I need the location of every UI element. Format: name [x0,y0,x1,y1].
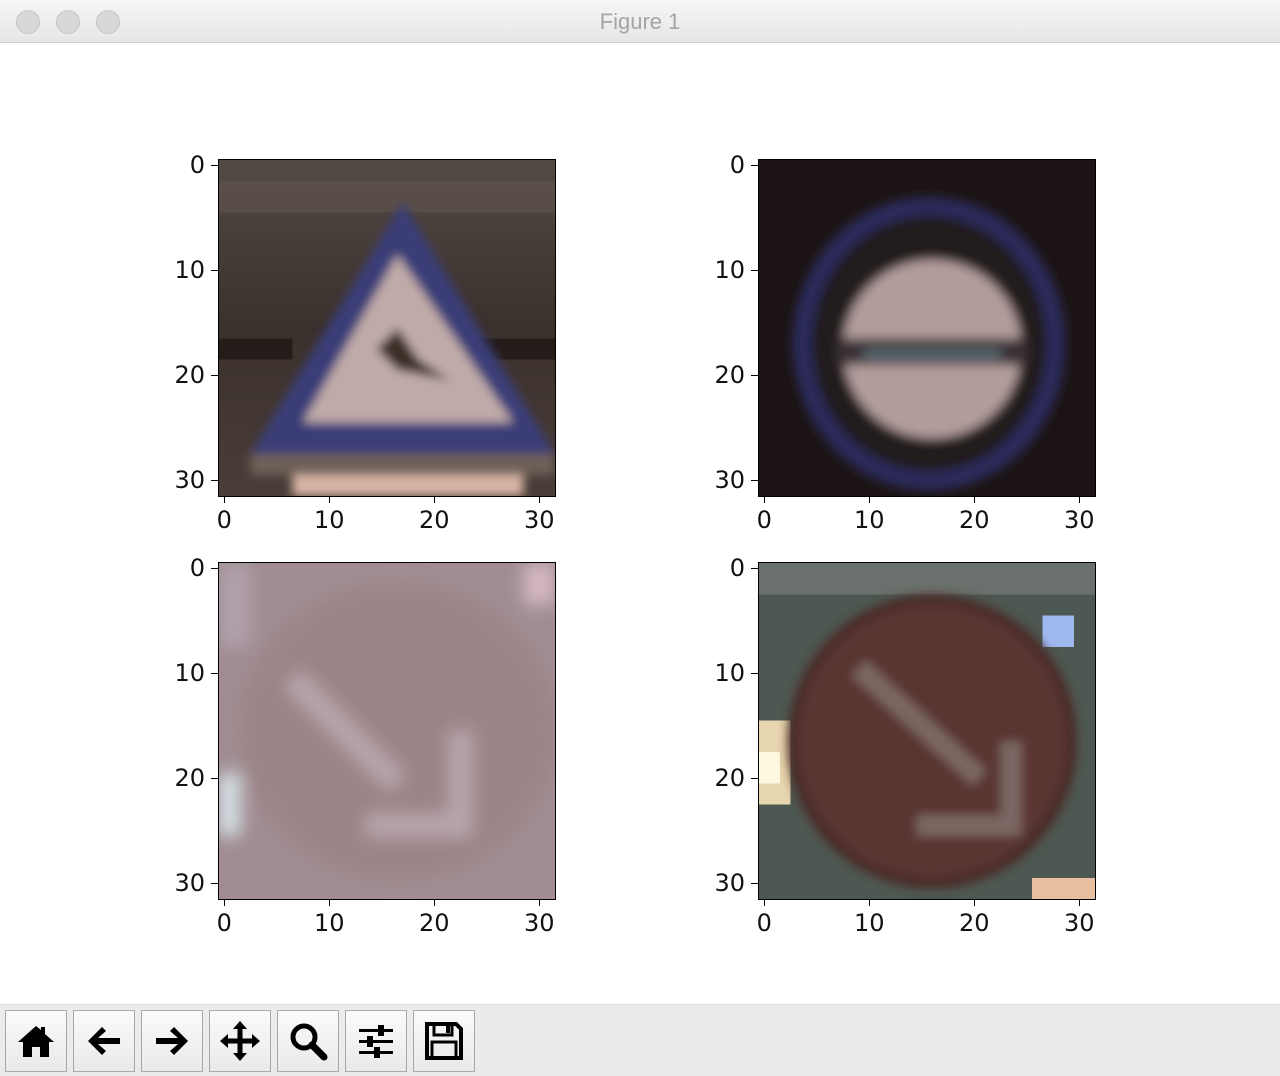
window-title: Figure 1 [599,9,681,34]
forward-button[interactable] [141,1010,203,1072]
y-tick-label: 30 [174,869,205,898]
arrow-right-icon [156,1027,188,1055]
save-button[interactable] [413,1010,475,1072]
y-tick-mark [751,672,758,674]
y-tick-mark [751,374,758,376]
x-tick-mark [538,496,540,503]
y-tick-label: 10 [714,256,745,285]
y-tick-label: 10 [174,659,205,688]
y-tick-label: 30 [174,466,205,495]
home-icon [18,1026,54,1057]
x-tick-mark [1078,496,1080,503]
y-tick-mark [211,777,218,779]
x-tick-mark [868,496,870,503]
x-tick-label: 0 [756,506,772,534]
x-tick-mark [328,899,330,906]
arrow-left-icon [88,1027,120,1055]
x-tick-label: 0 [216,909,232,937]
y-tick-mark [211,374,218,376]
x-tick-label: 10 [313,506,345,534]
home-button[interactable] [5,1010,67,1072]
figure-canvas[interactable]: 0 10 20 30 0 10 20 30 0 10 20 30 0 10 20 30 0 10 20 30 0 10 20… [0,43,1280,1004]
y-tick-label: 30 [714,869,745,898]
x-tick-label: 30 [523,909,555,937]
y-tick-label: 20 [174,764,205,793]
back-button[interactable] [73,1010,135,1072]
axes-frame [758,159,1096,497]
x-tick-label: 10 [313,909,345,937]
x-tick-mark [433,899,435,906]
x-tick-label: 0 [216,506,232,534]
x-tick-mark [763,496,765,503]
pan-button[interactable] [209,1010,271,1072]
x-tick-label: 30 [1063,909,1095,937]
y-tick-label: 0 [729,151,745,180]
y-tick-mark [211,164,218,166]
y-tick-mark [211,672,218,674]
y-tick-mark [751,479,758,481]
x-tick-label: 10 [853,909,885,937]
y-tick-label: 0 [189,554,205,583]
x-tick-mark [763,899,765,906]
y-tick-mark [751,882,758,884]
x-tick-label: 20 [418,506,450,534]
x-tick-mark [433,496,435,503]
x-tick-label: 10 [853,506,885,534]
axes-frame [218,562,556,900]
y-tick-mark [751,269,758,271]
x-tick-label: 30 [1063,506,1095,534]
x-tick-mark [328,496,330,503]
axes-frame [218,159,556,497]
x-tick-mark [1078,899,1080,906]
x-tick-mark [223,899,225,906]
x-tick-label: 20 [958,909,990,937]
y-tick-label: 20 [714,361,745,390]
navigation-toolbar [0,1004,1280,1076]
y-tick-label: 30 [714,466,745,495]
y-tick-mark [751,164,758,166]
x-tick-mark [223,496,225,503]
x-tick-label: 0 [756,909,772,937]
x-tick-mark [868,899,870,906]
x-tick-mark [973,496,975,503]
y-tick-label: 20 [174,361,205,390]
zoom-button[interactable] [277,1010,339,1072]
x-tick-label: 30 [523,506,555,534]
y-tick-mark [751,777,758,779]
y-tick-label: 10 [714,659,745,688]
y-tick-mark [751,567,758,569]
y-tick-mark [211,567,218,569]
y-tick-label: 20 [714,764,745,793]
y-tick-mark [211,269,218,271]
window-titlebar: Figure 1 [0,0,1280,43]
y-tick-mark [211,882,218,884]
axes-frame [758,562,1096,900]
y-tick-label: 0 [729,554,745,583]
y-tick-label: 10 [174,256,205,285]
x-tick-label: 20 [418,909,450,937]
x-tick-mark [538,899,540,906]
x-tick-label: 20 [958,506,990,534]
move-icon [220,1021,260,1061]
sliders-icon [359,1025,393,1058]
y-tick-mark [211,479,218,481]
x-tick-mark [973,899,975,906]
y-tick-label: 0 [189,151,205,180]
configure-subplots-button[interactable] [345,1010,407,1072]
magnifier-icon [290,1023,328,1061]
floppy-disk-icon [425,1022,463,1060]
